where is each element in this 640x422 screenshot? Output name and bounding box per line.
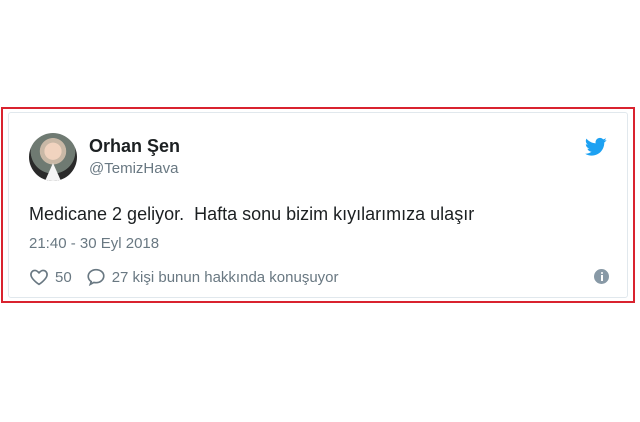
tweet-actions: 50 27 kişi bunun hakkında konuşuyor: [29, 268, 339, 286]
author-name[interactable]: Orhan Şen: [89, 136, 180, 157]
like-count: 50: [55, 268, 72, 286]
tweet-timestamp[interactable]: 21:40 - 30 Eyl 2018: [29, 235, 159, 252]
comments-text: 27 kişi bunun hakkında konuşuyor: [111, 268, 339, 286]
speech-bubble-icon: [87, 268, 105, 286]
heart-icon: [30, 269, 48, 286]
comments-link[interactable]: 27 kişi bunun hakkında konuşuyor: [86, 268, 339, 286]
embedded-tweet-frame: Orhan Şen @TemizHava Medicane 2 geliyor.…: [1, 107, 635, 303]
tweet-text: Medicane 2 geliyor. Hafta sonu bizim kıy…: [29, 204, 475, 224]
like-button[interactable]: 50: [29, 268, 72, 286]
tweet-card: Orhan Şen @TemizHava Medicane 2 geliyor.…: [8, 112, 628, 298]
twitter-bird-icon[interactable]: [585, 137, 607, 157]
info-icon[interactable]: [594, 269, 609, 284]
author-handle[interactable]: @TemizHava: [89, 160, 178, 177]
avatar[interactable]: [29, 133, 77, 181]
